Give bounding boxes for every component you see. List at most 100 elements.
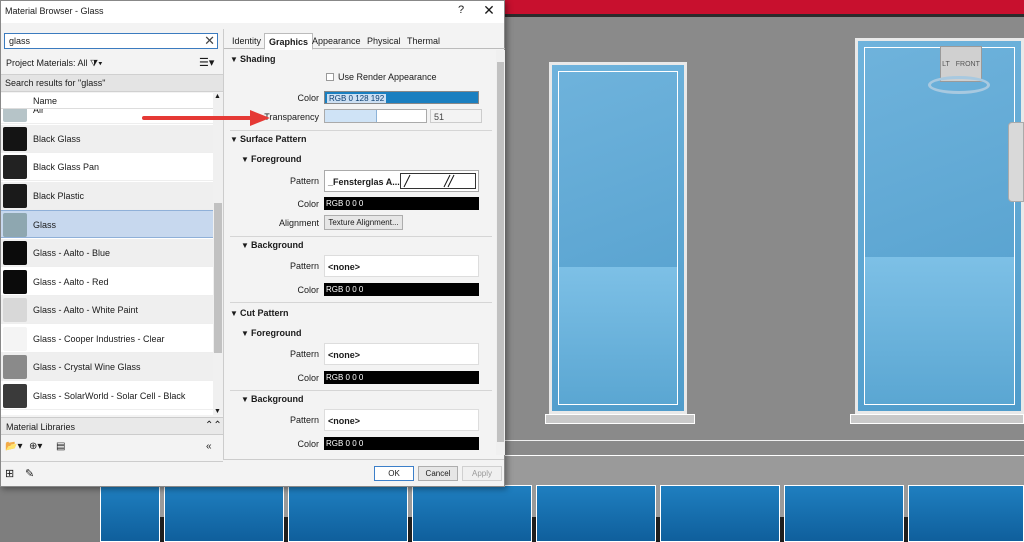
scroll-thumb[interactable] [214, 203, 222, 353]
search-input[interactable]: glass ✕ [4, 33, 218, 49]
transparency-slider[interactable] [324, 109, 427, 123]
search-results-label: Search results for "glass" [5, 78, 106, 88]
material-list-item[interactable]: Glass - Cooper Industries - Clear [1, 324, 213, 353]
cut-background-title: Background [251, 394, 304, 404]
cut-fg-pattern-value: <none> [328, 350, 361, 360]
material-editor-icon[interactable]: ✎ [25, 467, 34, 480]
surface-foreground-header[interactable]: ▼ Foreground [241, 154, 495, 164]
scroll-thumb[interactable] [497, 62, 504, 442]
material-name: Glass - Aalto - Blue [33, 248, 111, 258]
shading-section-header[interactable]: ▼ Shading [230, 54, 495, 64]
tab-appearance[interactable]: Appearance [308, 33, 365, 50]
project-materials-row: Project Materials: All ⧩▾ ☰▾ [1, 54, 223, 72]
scroll-up-icon[interactable]: ▲ [214, 93, 221, 100]
material-browser-dialog: Material Browser - Glass ? ✕ glass ✕ Pro… [0, 0, 505, 487]
transparency-value: 51 [434, 112, 445, 122]
clear-search-icon[interactable]: ✕ [204, 33, 215, 49]
surface-background-header[interactable]: ▼ Background [241, 240, 495, 250]
material-name: Black Plastic [33, 190, 85, 201]
apply-button[interactable]: Apply [462, 466, 502, 481]
library-toolbar: 📂▾ ⊕▾ ▤ « [1, 437, 223, 459]
cut-foreground-title: Foreground [251, 328, 302, 338]
material-list-item[interactable]: Glass - Aalto - Red [1, 267, 213, 296]
collapse-arrow-icon: ▼ [230, 55, 238, 64]
surface-fg-color-swatch[interactable]: RGB 0 0 0 [324, 197, 479, 210]
material-list: Air Black Glass Black Glass Pan Black Plast… [1, 109, 213, 415]
search-results-header: Search results for "glass" [1, 74, 223, 92]
material-list-item[interactable]: Glass - Crystal Wine Glass [1, 353, 213, 382]
texture-alignment-button[interactable]: Texture Alignment... [324, 215, 403, 230]
material-name: Black Glass [33, 133, 81, 144]
material-name: Glass - Aalto - Red [33, 276, 109, 287]
create-material-icon[interactable]: ⊕▾ [29, 441, 42, 452]
cut-pattern-section-header[interactable]: ▼ Cut Pattern [230, 308, 495, 318]
collapse-arrow-icon: ▼ [241, 155, 249, 164]
filter-icon[interactable]: ⧩▾ [90, 58, 102, 68]
surface-pattern-section-header[interactable]: ▼ Surface Pattern [230, 134, 495, 144]
tab-physical[interactable]: Physical [363, 33, 405, 50]
material-list-item[interactable]: Glass [1, 210, 213, 239]
scroll-down-icon[interactable]: ▼ [214, 408, 221, 415]
properties-scrollbar[interactable] [496, 50, 505, 455]
cut-bg-pattern-label: Pattern [289, 415, 319, 425]
window-left [549, 62, 687, 414]
material-name: Glass - Cooper Industries - Clear [33, 333, 165, 344]
tab-thermal[interactable]: Thermal [403, 33, 444, 50]
material-list-scrollbar[interactable]: ▲ ▼ [213, 93, 223, 415]
material-libraries-header[interactable]: Material Libraries ⌃⌃ [1, 417, 223, 435]
use-render-label: Use Render Appearance [338, 72, 437, 82]
material-list-item[interactable]: Black Plastic [1, 181, 213, 210]
viewcube-left-label: LT [942, 60, 950, 68]
window-sill-left [545, 414, 695, 424]
cancel-button[interactable]: Cancel [418, 466, 458, 481]
viewcube[interactable]: LT FRONT [928, 46, 990, 98]
surface-fg-pattern-selector[interactable]: _Fensterglas A... [324, 170, 479, 192]
material-list-item[interactable]: Glass - SolarWorld - Solar Cell - Black [1, 382, 213, 410]
shading-color-swatch[interactable]: RGB 0 128 192 [324, 91, 479, 104]
project-materials-label: Project Materials: All [6, 58, 88, 68]
material-name: Glass - Aalto - White Paint [33, 305, 139, 316]
material-name: Glass [33, 220, 57, 231]
cut-fg-pattern-selector[interactable]: <none> [324, 343, 479, 365]
material-thumbnail-icon [3, 183, 27, 208]
list-view-icon[interactable]: ☰▾ [199, 56, 214, 69]
ok-button[interactable]: OK [374, 466, 414, 481]
material-list-item[interactable]: Glass - Aalto - Blue [1, 239, 213, 267]
cut-foreground-header[interactable]: ▼ Foreground [241, 328, 495, 338]
bottom-toolbar: ⊞ ✎ [1, 461, 223, 487]
surface-bg-color-swatch[interactable]: RGB 0 0 0 [324, 283, 479, 296]
material-thumbnail-icon [3, 109, 27, 122]
material-list-item[interactable]: Black Glass Pan [1, 153, 213, 182]
viewcube-front-label: FRONT [955, 60, 980, 68]
cut-fg-color-swatch[interactable]: RGB 0 0 0 [324, 371, 479, 384]
material-list-item[interactable]: Black Glass [1, 124, 213, 153]
cut-bg-color-swatch[interactable]: RGB 0 0 0 [324, 437, 479, 450]
transparency-value-field[interactable]: 51 [430, 109, 482, 123]
title-bar[interactable]: Material Browser - Glass ? ✕ [1, 1, 504, 23]
tab-graphics[interactable]: Graphics [264, 33, 314, 50]
surface-fg-color-label: Color [297, 199, 319, 209]
divider [230, 390, 492, 391]
cut-bg-pattern-selector[interactable]: <none> [324, 409, 479, 431]
tab-identity[interactable]: Identity [228, 33, 265, 50]
dialog-buttons: OK Cancel Apply [223, 459, 504, 487]
editor-tabs: Identity Graphics Appearance Physical Th… [224, 31, 505, 50]
use-render-checkbox[interactable] [326, 73, 334, 81]
collapse-libraries-icon[interactable]: « [206, 441, 212, 452]
library-panel-icon[interactable]: ▤ [56, 441, 65, 452]
asset-browser-icon[interactable]: ⊞ [5, 467, 14, 480]
library-menu-icon[interactable]: 📂▾ [5, 441, 22, 452]
divider [230, 236, 492, 237]
collapse-arrow-icon: ▼ [241, 395, 249, 404]
material-list-item[interactable]: Glass - Aalto - White Paint [1, 296, 213, 325]
cut-background-header[interactable]: ▼ Background [241, 394, 495, 404]
list-column-header[interactable]: Name [1, 93, 213, 109]
project-materials-dropdown[interactable]: Project Materials: All ⧩▾ [6, 58, 102, 69]
collapse-arrow-icon: ▼ [230, 135, 238, 144]
navigation-bar[interactable] [1008, 122, 1024, 202]
close-icon[interactable]: ✕ [481, 2, 497, 19]
expand-libraries-icon[interactable]: ⌃⌃ [205, 420, 222, 431]
surface-bg-pattern-selector[interactable]: <none> [324, 255, 479, 277]
viewcube-compass-ring[interactable] [928, 76, 990, 94]
help-icon[interactable]: ? [453, 4, 469, 16]
